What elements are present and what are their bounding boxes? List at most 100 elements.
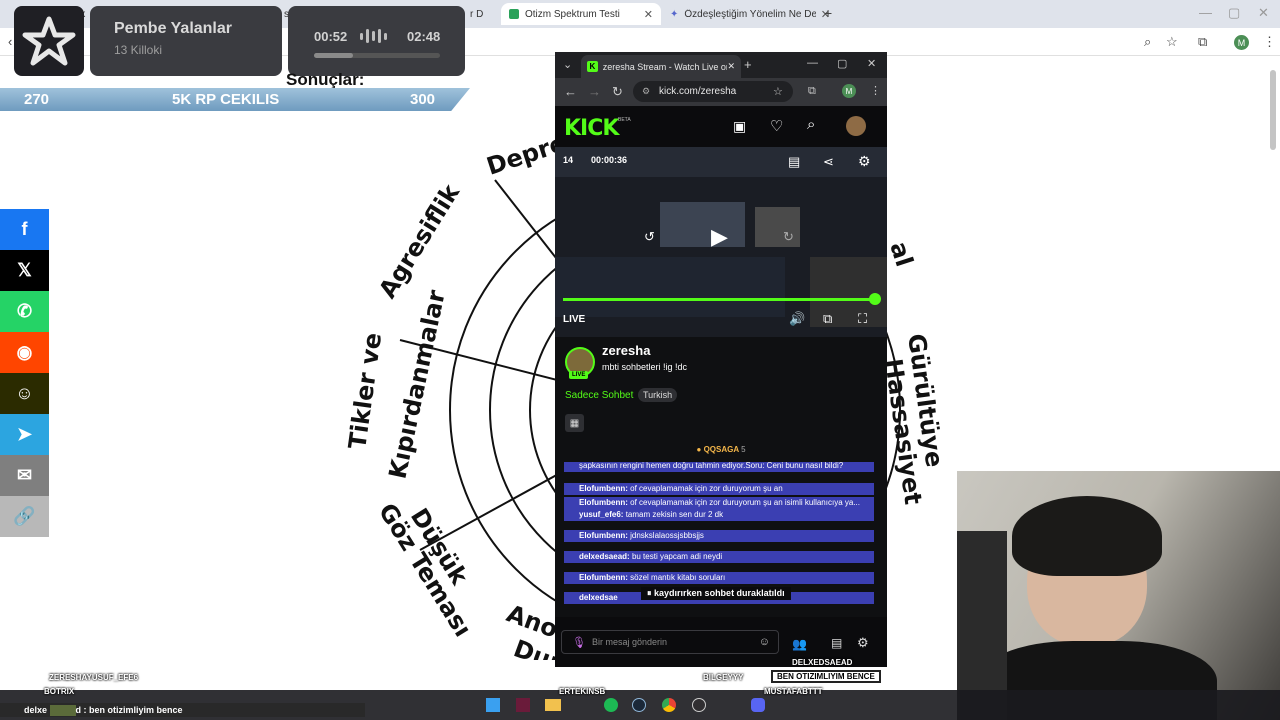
goal-title: 5K RP CEKILIS: [172, 91, 280, 108]
address-bar[interactable]: ⚙ kick.com/zeresha: [633, 81, 793, 102]
rewind-10-icon[interactable]: ↺: [644, 229, 655, 245]
share-email-button[interactable]: ✉: [0, 455, 49, 496]
emoji-icon[interactable]: ☺: [759, 636, 770, 648]
seek-bar[interactable]: [563, 298, 875, 301]
chat-username[interactable]: delxedsae: [579, 593, 618, 602]
share-x-button[interactable]: 𝕏: [0, 250, 49, 291]
volume-icon[interactable]: 🔊: [789, 311, 805, 327]
chat-username[interactable]: delxedsaead:: [579, 552, 630, 561]
chat-settings-icon[interactable]: ⚙: [857, 635, 869, 651]
music-player-card: 00:52 02:48: [288, 6, 465, 76]
fullscreen-icon[interactable]: ⛶: [858, 311, 867, 327]
gift-box-icon[interactable]: ▤: [831, 636, 842, 650]
share-reddit-button[interactable]: ◉: [0, 332, 49, 373]
steam-icon[interactable]: [632, 698, 646, 712]
chat-panel[interactable]: ● QQSAGA 5 şapkasının rengini hemen doğr…: [555, 442, 887, 617]
page-scrollbar[interactable]: [1270, 70, 1276, 150]
video-player[interactable]: 14 00:00:36 ▤ ⋖ ⚙ ↺ ▶ ↻ LIVE 🔊 ⧉ ⛶: [555, 147, 887, 337]
chat-message[interactable]: delxedsaead: bu testi yapcam adi neydi: [564, 551, 874, 563]
settings-gear-icon[interactable]: ⚙: [858, 153, 871, 170]
back-icon[interactable]: ‹: [8, 34, 12, 49]
bookmark-star-icon[interactable]: ☆: [773, 85, 783, 98]
browse-icon[interactable]: ▣: [733, 118, 746, 135]
webcam-person-hair: [1012, 496, 1162, 576]
chat-username[interactable]: yusuf_efe6:: [579, 510, 623, 519]
stream-category[interactable]: Sadece Sohbet: [565, 390, 633, 401]
menu-kebab-icon[interactable]: ⋮: [870, 84, 881, 97]
chat-message[interactable]: Elofumbenn: jdnskslalaossjsbbsjjs: [564, 530, 874, 542]
new-tab-button[interactable]: +: [824, 5, 832, 21]
seek-handle[interactable]: [869, 293, 881, 305]
share-telegram-button[interactable]: ➤: [0, 414, 49, 455]
gift-icon[interactable]: ▦: [565, 414, 584, 432]
minimize-icon[interactable]: —: [807, 57, 818, 69]
chat-username[interactable]: Elofumbenn:: [579, 498, 628, 507]
minimize-icon[interactable]: —: [1199, 5, 1212, 20]
reload-icon[interactable]: ↻: [612, 84, 623, 100]
back-icon[interactable]: ←: [564, 84, 577, 99]
whatsapp-icon: ✆: [16, 301, 33, 321]
chat-input[interactable]: 🎙 Bir mesaj gönderin ☺: [561, 630, 779, 654]
profile-avatar[interactable]: M: [1234, 35, 1249, 50]
chat-message[interactable]: Elofumbenn: of cevaplamamak için zor dur…: [564, 483, 874, 495]
window-close-icon[interactable]: ✕: [867, 57, 876, 70]
share-icon[interactable]: ⋖: [823, 154, 834, 170]
pip-icon[interactable]: ⧉: [823, 311, 832, 327]
terminal-icon[interactable]: [516, 698, 530, 712]
kick-logo[interactable]: KICK: [564, 116, 619, 141]
chat-message[interactable]: şapkasının rengini hemen doğru tahmin ed…: [564, 462, 874, 472]
close-icon[interactable]: ✕: [644, 8, 653, 21]
pinned-message[interactable]: ● QQSAGA 5: [555, 445, 887, 454]
kick-tab[interactable]: K zeresha Stream - Watch Live on ✕: [581, 55, 741, 78]
extensions-icon[interactable]: ⧉: [808, 85, 816, 98]
share-facebook-button[interactable]: f: [0, 209, 49, 250]
maximize-icon[interactable]: ▢: [837, 57, 847, 70]
clip-icon[interactable]: ▤: [788, 154, 800, 170]
profile-avatar[interactable]: M: [842, 84, 856, 98]
windows-start-icon[interactable]: [486, 698, 500, 712]
forward-10-icon[interactable]: ↻: [783, 229, 794, 245]
song-progress-fill: [314, 53, 354, 58]
maximize-icon[interactable]: ▢: [1228, 5, 1240, 21]
folder-icon[interactable]: [545, 699, 561, 711]
new-tab-icon[interactable]: +: [744, 57, 752, 72]
chat-paused-notice[interactable]: ⏸ kaydırırken sohbet duraklatıldı: [641, 587, 791, 600]
tab-search-icon[interactable]: ⌄: [563, 58, 572, 71]
sparkle-icon: ✦: [670, 8, 679, 20]
play-icon[interactable]: ▶: [711, 224, 728, 250]
spotify-icon[interactable]: [604, 698, 618, 712]
mic-icon[interactable]: 🎙: [572, 636, 586, 649]
users-icon[interactable]: 👥: [792, 637, 807, 651]
video-frame: [555, 257, 785, 317]
search-icon[interactable]: ⌕: [807, 116, 815, 133]
bookmark-star-icon[interactable]: ☆: [1166, 34, 1178, 50]
chat-username[interactable]: Elofumbenn:: [579, 531, 628, 540]
chat-message[interactable]: Elofumbenn: of cevaplamamak için zor dur…: [564, 497, 874, 509]
chat-username[interactable]: Elofumbenn:: [579, 484, 628, 493]
discord-icon[interactable]: [751, 698, 765, 712]
chat-message[interactable]: yusuf_efe6: tamam zekisin sen dur 2 dk: [564, 509, 874, 521]
window-close-icon[interactable]: ✕: [1258, 5, 1269, 21]
outer-tab-yonelim[interactable]: ✦ Özdeşleştiğim Yönelim Ne Den ✕: [662, 3, 838, 25]
stream-tag[interactable]: Turkish: [638, 388, 678, 402]
close-icon[interactable]: ✕: [727, 61, 735, 72]
zoom-icon[interactable]: ⌕: [1144, 34, 1151, 50]
chrome-icon[interactable]: [662, 698, 676, 712]
forward-icon[interactable]: →: [588, 84, 601, 99]
outer-tab-otizm[interactable]: Otizm Spektrum Testi ✕: [501, 3, 661, 25]
share-whatsapp-button[interactable]: ✆: [0, 291, 49, 332]
obs-icon[interactable]: [692, 698, 706, 712]
webcam-feed: [957, 471, 1280, 720]
heart-icon[interactable]: ♡: [770, 117, 783, 135]
bottom-chat-user: delxe: [24, 705, 48, 715]
share-link-button[interactable]: 🔗: [0, 496, 49, 537]
channel-name[interactable]: zeresha: [602, 343, 650, 358]
site-info-icon[interactable]: ⚙: [642, 86, 650, 97]
chat-message[interactable]: Elofumbenn: sözel mantık kitabı soruları: [564, 572, 874, 584]
extensions-icon[interactable]: ⧉: [1198, 34, 1207, 50]
share-snapchat-button[interactable]: ☺: [0, 373, 49, 414]
user-avatar[interactable]: [846, 116, 866, 136]
outer-tab-3[interactable]: r D: [462, 3, 500, 25]
chat-username[interactable]: Elofumbenn:: [579, 573, 628, 582]
menu-kebab-icon[interactable]: ⋮: [1263, 34, 1276, 50]
